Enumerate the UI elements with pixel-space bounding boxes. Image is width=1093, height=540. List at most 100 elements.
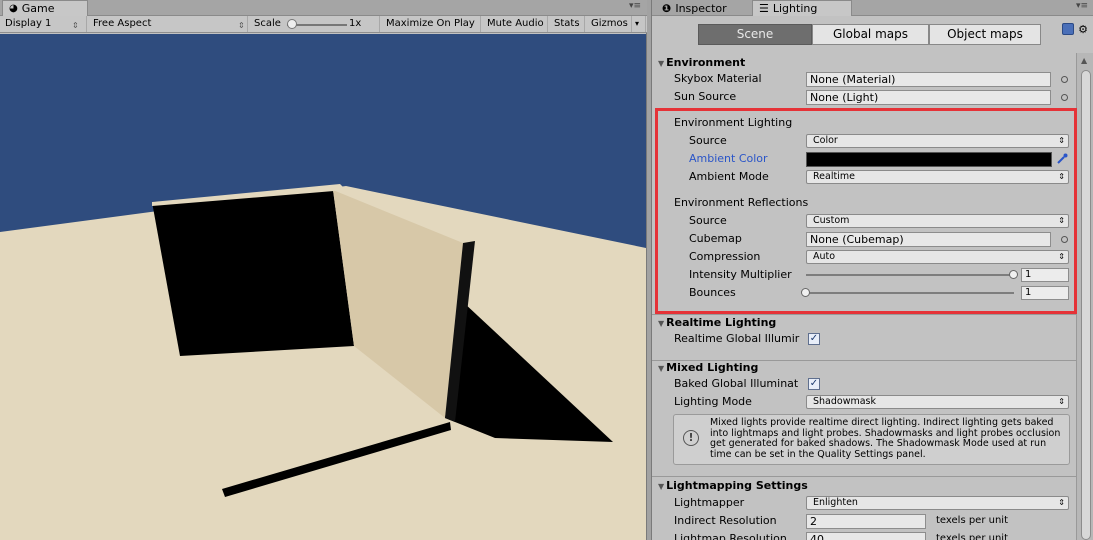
panel-tab-menu-icon[interactable]: ▾≡ <box>1076 1 1088 11</box>
tab-menu-icon[interactable]: ▾≡ <box>629 1 641 11</box>
compression-dropdown[interactable]: Auto ⇕ <box>806 250 1069 264</box>
env-reflections-title: Environment Reflections <box>674 196 809 209</box>
bounces-slider-track[interactable] <box>806 292 1014 294</box>
lightmapping-header[interactable]: ▼ Lightmapping Settings <box>658 479 808 492</box>
intensity-label: Intensity Multiplier <box>689 268 792 281</box>
lighting-tab-icon: ☰ <box>759 2 769 15</box>
source-row: Source Color ⇕ <box>689 133 1074 149</box>
lightmapper-value: Enlighten <box>813 497 858 508</box>
refl-source-label: Source <box>689 214 727 227</box>
panel-scrollbar[interactable]: ▲ <box>1076 53 1093 540</box>
ambient-mode-label: Ambient Mode <box>689 170 769 183</box>
realtime-gi-checkbox[interactable]: ✓ <box>808 333 820 345</box>
compression-label: Compression <box>689 250 761 263</box>
lightmap-resolution-label: Lightmap Resolution <box>674 532 787 540</box>
gizmos-button[interactable]: Gizmos <box>586 16 632 32</box>
source-dropdown[interactable]: Color ⇕ <box>806 134 1069 148</box>
source-label: Source <box>689 134 727 147</box>
intensity-slider-track[interactable] <box>806 274 1014 276</box>
sun-source-field[interactable]: None (Light) <box>806 90 1051 105</box>
cubemap-row: Cubemap None (Cubemap) <box>689 231 1074 247</box>
bounces-slider-knob[interactable] <box>801 288 810 297</box>
info-icon: ! <box>683 430 699 446</box>
ambient-color-row: Ambient Color <box>689 151 1074 167</box>
stats-button[interactable]: Stats <box>549 16 585 32</box>
object-picker-icon[interactable] <box>1061 236 1068 243</box>
realtime-lighting-header[interactable]: ▼ Realtime Lighting <box>658 316 776 329</box>
game-tab-bar: ◕ Game ▾≡ <box>0 0 647 16</box>
baked-gi-checkbox[interactable]: ✓ <box>808 378 820 390</box>
lightmap-resolution-row: Lightmap Resolution 40 texels per unit <box>674 531 1074 540</box>
divider <box>652 314 1076 315</box>
realtime-gi-label: Realtime Global Illumir <box>674 332 800 345</box>
maximize-on-play-button[interactable]: Maximize On Play <box>381 16 481 32</box>
lightmap-resolution-input[interactable]: 40 <box>806 532 926 540</box>
scale-value: 1x <box>349 18 362 29</box>
dropdown-arrow-icon: ⇕ <box>1058 172 1065 181</box>
lighting-content: ▼ Environment Skybox Material None (Mater… <box>652 53 1076 540</box>
tab-lighting-label: Lighting <box>772 2 818 15</box>
tab-lighting[interactable]: ☰ Lighting <box>752 0 852 16</box>
mode-global-maps[interactable]: Global maps <box>812 24 929 45</box>
tab-inspector-label: Inspector <box>675 1 727 15</box>
mode-toolbar: Scene Global maps Object maps ⚙ <box>652 17 1093 51</box>
indirect-units: texels per unit <box>936 515 1008 526</box>
dark-wall <box>152 190 354 356</box>
dropdown-arrow-icon: ⇕ <box>1058 397 1065 406</box>
source-value: Color <box>813 135 838 146</box>
indirect-resolution-row: Indirect Resolution 2 texels per unit <box>674 513 1074 529</box>
info-icon: ❶ <box>662 1 672 15</box>
refl-source-dropdown[interactable]: Custom ⇕ <box>806 214 1069 228</box>
mixed-help-box: ! Mixed lights provide realtime direct l… <box>673 414 1070 465</box>
lighting-panel: ❶ Inspector ☰ Lighting ▾≡ Scene Global m… <box>651 0 1093 540</box>
eyedropper-icon[interactable] <box>1056 153 1068 165</box>
panel-header-icons: ⚙ <box>1062 23 1088 36</box>
mode-scene[interactable]: Scene <box>698 24 812 45</box>
object-picker-icon[interactable] <box>1061 76 1068 83</box>
display-label: Display 1 <box>5 18 52 29</box>
intensity-input[interactable]: 1 <box>1021 268 1069 282</box>
mute-audio-button[interactable]: Mute Audio <box>482 16 548 32</box>
scale-control[interactable]: Scale 1x <box>249 16 380 32</box>
mixed-lighting-header[interactable]: ▼ Mixed Lighting <box>658 361 758 374</box>
cubemap-field[interactable]: None (Cubemap) <box>806 232 1051 247</box>
foldout-icon: ▼ <box>658 482 665 491</box>
help-book-icon[interactable] <box>1062 23 1075 35</box>
aspect-arrow-icon: ⇕ <box>238 21 245 30</box>
bounces-input[interactable]: 1 <box>1021 286 1069 300</box>
tab-game[interactable]: ◕ Game <box>2 0 88 16</box>
mode-object-maps[interactable]: Object maps <box>929 24 1041 45</box>
intensity-slider-knob[interactable] <box>1009 270 1018 279</box>
foldout-icon: ▼ <box>658 364 665 373</box>
scale-slider-knob[interactable] <box>287 19 297 29</box>
indirect-resolution-label: Indirect Resolution <box>674 514 777 527</box>
lighting-mode-row: Lighting Mode Shadowmask ⇕ <box>674 394 1074 410</box>
settings-gear-icon[interactable]: ⚙ <box>1078 23 1088 36</box>
baked-gi-label: Baked Global Illuminat <box>674 377 799 390</box>
aspect-label: Free Aspect <box>93 18 152 29</box>
tab-inspector[interactable]: ❶ Inspector <box>656 0 750 16</box>
aspect-dropdown[interactable]: Free Aspect ⇕ <box>88 16 248 32</box>
cubemap-label: Cubemap <box>689 232 742 245</box>
lightmapper-dropdown[interactable]: Enlighten ⇕ <box>806 496 1069 510</box>
scene-render <box>0 34 646 540</box>
refl-source-value: Custom <box>813 215 850 226</box>
environment-header[interactable]: ▼ Environment <box>658 56 745 69</box>
divider <box>652 476 1076 477</box>
gizmos-dropdown-icon[interactable]: ▾ <box>632 16 646 32</box>
lighting-mode-label: Lighting Mode <box>674 395 752 408</box>
realtime-gi-row: Realtime Global Illumir ✓ <box>674 331 1074 347</box>
ambient-mode-dropdown[interactable]: Realtime ⇕ <box>806 170 1069 184</box>
lighting-mode-value: Shadowmask <box>813 396 877 407</box>
display-dropdown[interactable]: Display 1 ⇕ <box>0 16 87 32</box>
indirect-resolution-input[interactable]: 2 <box>806 514 926 529</box>
ambient-color-swatch[interactable] <box>806 152 1052 167</box>
scrollbar-thumb[interactable] <box>1081 70 1091 540</box>
skybox-field[interactable]: None (Material) <box>806 72 1051 87</box>
game-tab-label: Game <box>21 2 55 15</box>
game-viewport[interactable] <box>0 34 646 540</box>
game-tab-icon: ◕ <box>9 3 18 14</box>
lighting-mode-dropdown[interactable]: Shadowmask ⇕ <box>806 395 1069 409</box>
scroll-up-icon[interactable]: ▲ <box>1081 56 1087 65</box>
object-picker-icon[interactable] <box>1061 94 1068 101</box>
